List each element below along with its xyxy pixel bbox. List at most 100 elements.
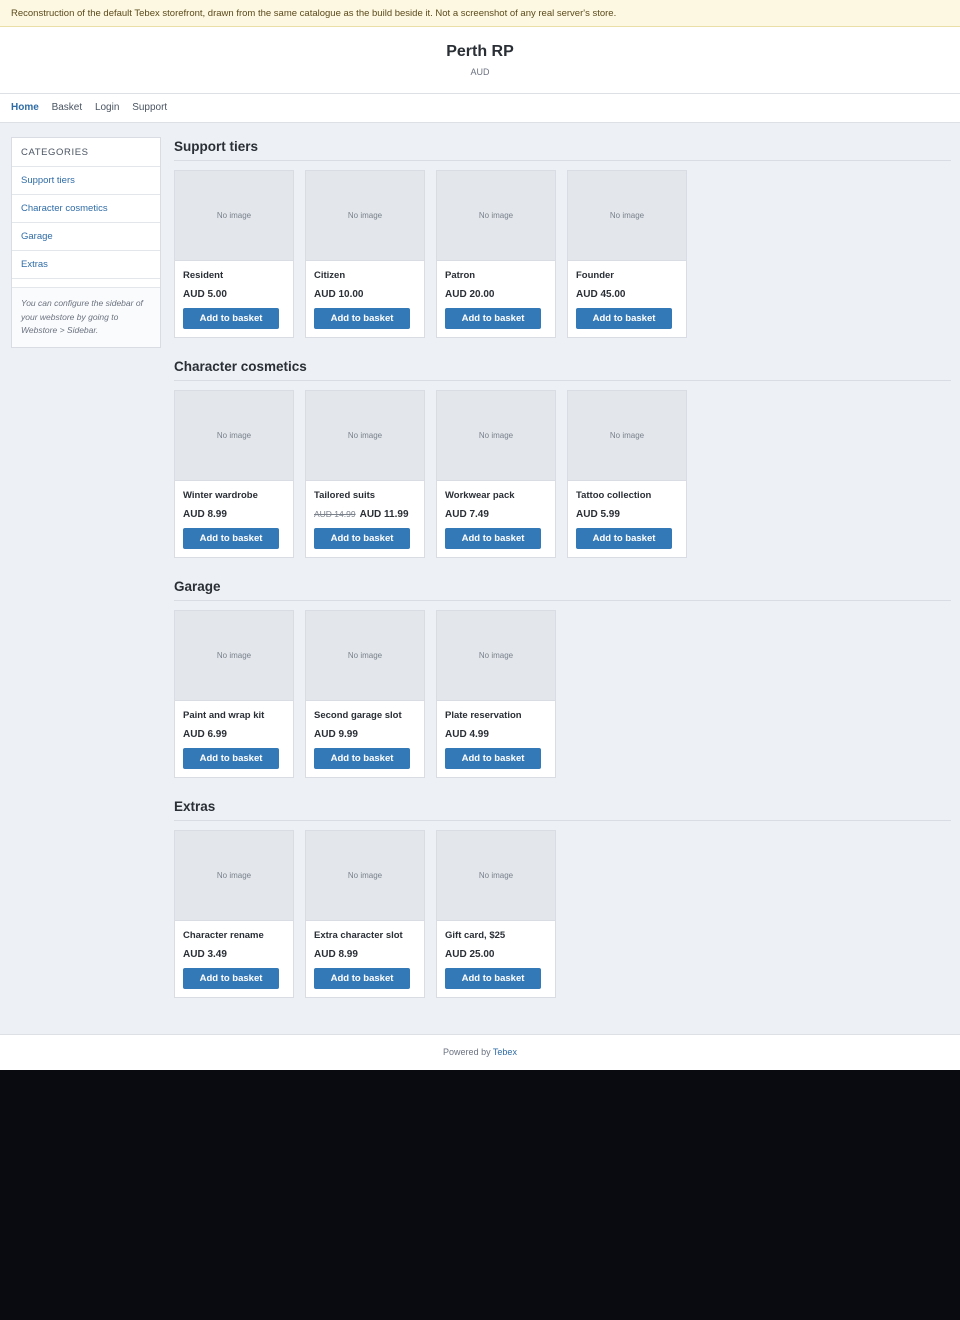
add-to-basket-button[interactable]: Add to basket [314, 308, 410, 329]
section-title: Support tiers [174, 137, 951, 161]
product-sections: Support tiers No image Resident AUD 5.00 Add… [174, 137, 951, 1017]
product-image-placeholder: No image [437, 831, 555, 921]
product-current-price: AUD 6.99 [183, 729, 227, 740]
product-image-placeholder: No image [568, 391, 686, 481]
nav-basket[interactable]: Basket [52, 102, 83, 113]
product-card: No image Second garage slot AUD 9.99 Add to… [305, 610, 425, 778]
product-card: No image Patron AUD 20.00 Add to basket [436, 170, 556, 338]
product-current-price: AUD 5.00 [183, 289, 227, 300]
product-current-price: AUD 11.99 [359, 509, 409, 520]
product-current-price: AUD 4.99 [445, 729, 489, 740]
product-name: Workwear pack [445, 490, 515, 501]
product-current-price: AUD 3.49 [183, 949, 227, 960]
product-name: Paint and wrap kit [183, 710, 265, 721]
add-to-basket-button[interactable]: Add to basket [183, 968, 279, 989]
product-price: AUD 20.00 [445, 289, 555, 300]
product-grid: No image Resident AUD 5.00 Add to basket No … [174, 170, 951, 338]
storefront-page: Reconstruction of the default Tebex stor… [0, 0, 960, 1070]
sidebar-item-character-cosmetics[interactable]: Character cosmetics [12, 195, 160, 223]
add-to-basket-button[interactable]: Add to basket [183, 528, 279, 549]
product-current-price: AUD 8.99 [183, 509, 227, 520]
product-price: AUD 4.99 [445, 729, 555, 740]
product-old-price: AUD 14.99 [314, 509, 356, 519]
product-card: No image Tailored suits AUD 14.99 AUD 11.99… [305, 390, 425, 558]
product-image-placeholder: No image [175, 831, 293, 921]
product-name: Patron [445, 270, 476, 281]
product-image-placeholder: No image [437, 611, 555, 701]
product-name: Extra character slot [314, 930, 403, 941]
sidebar-item-garage[interactable]: Garage [12, 223, 160, 251]
footer-prefix: Powered by [443, 1047, 491, 1057]
add-to-basket-button[interactable]: Add to basket [183, 308, 279, 329]
add-to-basket-button[interactable]: Add to basket [445, 968, 541, 989]
footer-tebex-link[interactable]: Tebex [493, 1047, 517, 1057]
section-title: Extras [174, 797, 951, 821]
product-name: Resident [183, 270, 224, 281]
reconstruction-notice: Reconstruction of the default Tebex stor… [0, 0, 960, 27]
product-price: AUD 3.49 [183, 949, 293, 960]
add-to-basket-button[interactable]: Add to basket [314, 968, 410, 989]
sidebar-item-extras[interactable]: Extras [12, 251, 160, 279]
product-card: No image Extra character slot AUD 8.99 Add … [305, 830, 425, 998]
product-image-placeholder: No image [175, 611, 293, 701]
product-card: No image Paint and wrap kit AUD 6.99 Add to… [174, 610, 294, 778]
section-title: Garage [174, 577, 951, 601]
product-current-price: AUD 25.00 [445, 949, 495, 960]
add-to-basket-button[interactable]: Add to basket [445, 308, 541, 329]
add-to-basket-button[interactable]: Add to basket [314, 748, 410, 769]
product-current-price: AUD 5.99 [576, 509, 620, 520]
product-current-price: AUD 7.49 [445, 509, 489, 520]
add-to-basket-button[interactable]: Add to basket [576, 308, 672, 329]
add-to-basket-button[interactable]: Add to basket [183, 748, 279, 769]
add-to-basket-button[interactable]: Add to basket [576, 528, 672, 549]
product-card: No image Gift card, $25 AUD 25.00 Add to ba… [436, 830, 556, 998]
product-current-price: AUD 10.00 [314, 289, 364, 300]
nav-support[interactable]: Support [132, 102, 167, 113]
product-price: AUD 5.00 [183, 289, 293, 300]
product-grid: No image Paint and wrap kit AUD 6.99 Add to… [174, 610, 951, 778]
product-card: No image Founder AUD 45.00 Add to basket [567, 170, 687, 338]
product-current-price: AUD 8.99 [314, 949, 358, 960]
product-card: No image Resident AUD 5.00 Add to basket [174, 170, 294, 338]
nav-login[interactable]: Login [95, 102, 119, 113]
product-price: AUD 25.00 [445, 949, 555, 960]
sidebar-item-support-tiers[interactable]: Support tiers [12, 167, 160, 195]
sidebar-config-note: You can configure the sidebar of your we… [12, 287, 160, 347]
product-price: AUD 9.99 [314, 729, 424, 740]
product-card: No image Workwear pack AUD 7.49 Add to bask… [436, 390, 556, 558]
product-card: No image Tattoo collection AUD 5.99 Add to … [567, 390, 687, 558]
product-grid: No image Winter wardrobe AUD 8.99 Add to ba… [174, 390, 951, 558]
product-image-placeholder: No image [437, 391, 555, 481]
product-image-placeholder: No image [306, 391, 424, 481]
product-image-placeholder: No image [568, 171, 686, 261]
product-current-price: AUD 45.00 [576, 289, 626, 300]
product-price: AUD 45.00 [576, 289, 686, 300]
add-to-basket-button[interactable]: Add to basket [445, 748, 541, 769]
product-name: Tailored suits [314, 490, 376, 501]
product-image-placeholder: No image [437, 171, 555, 261]
product-name: Tattoo collection [576, 490, 652, 501]
product-price: AUD 5.99 [576, 509, 686, 520]
categories-heading: CATEGORIES [12, 138, 160, 167]
product-name: Winter wardrobe [183, 490, 258, 501]
product-image-placeholder: No image [306, 171, 424, 261]
product-price: AUD 14.99 AUD 11.99 [314, 509, 424, 520]
add-to-basket-button[interactable]: Add to basket [314, 528, 410, 549]
product-price: AUD 6.99 [183, 729, 293, 740]
product-name: Plate reservation [445, 710, 522, 721]
product-name: Character rename [183, 930, 264, 941]
categories-sidebar: CATEGORIES Support tiers Character cosme… [11, 137, 161, 348]
product-image-placeholder: No image [175, 391, 293, 481]
product-image-placeholder: No image [306, 831, 424, 921]
product-price: AUD 8.99 [314, 949, 424, 960]
store-title: Perth RP [446, 43, 514, 60]
footer: Powered by Tebex [0, 1034, 960, 1070]
product-grid: No image Character rename AUD 3.49 Add to b… [174, 830, 951, 998]
product-card: No image Citizen AUD 10.00 Add to basket [305, 170, 425, 338]
product-price: AUD 8.99 [183, 509, 293, 520]
add-to-basket-button[interactable]: Add to basket [445, 528, 541, 549]
product-card: No image Plate reservation AUD 4.99 Add to … [436, 610, 556, 778]
product-name: Citizen [314, 270, 346, 281]
store-currency: AUD [470, 67, 490, 77]
nav-home[interactable]: Home [11, 102, 39, 113]
